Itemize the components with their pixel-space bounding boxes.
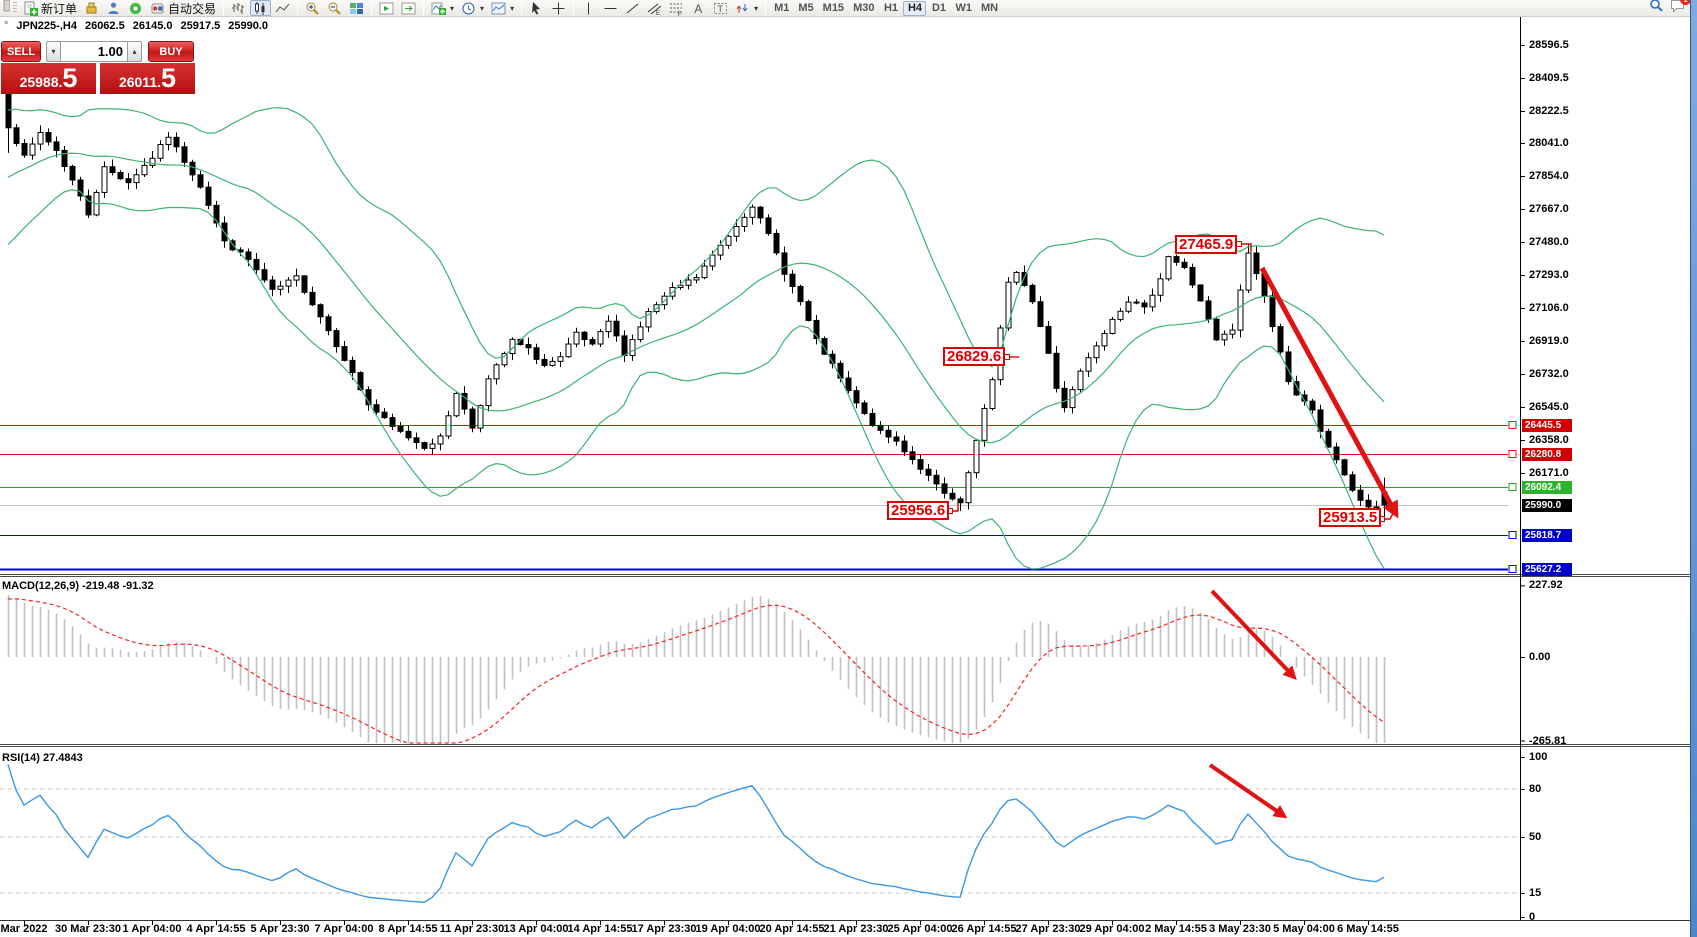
- buy-price: 26011.: [119, 67, 161, 97]
- price-level-tag: 26092.4: [1522, 481, 1572, 494]
- volume-decrease-button[interactable]: ▾: [46, 41, 61, 62]
- price-annotation[interactable]: 25956.6: [887, 501, 949, 520]
- buy-button[interactable]: BUY: [148, 41, 194, 62]
- rsi-axis-tick: 100: [1529, 751, 1547, 763]
- macd-axis-tick: 227.92: [1529, 579, 1563, 591]
- time-axis-label: 6 May 14:55: [1326, 923, 1410, 935]
- rsi-axis-tick: 0: [1529, 911, 1535, 923]
- price-annotation[interactable]: 25913.5: [1319, 508, 1381, 527]
- ohlc-open: 26062.5: [85, 20, 125, 32]
- rsi-axis-tick: 50: [1529, 831, 1541, 843]
- ohlc-low: 25917.5: [180, 20, 220, 32]
- price-axis-tick: 27293.0: [1529, 269, 1569, 281]
- rsi-axis-tick: 15: [1529, 887, 1541, 899]
- price-level-tag: 26445.5: [1522, 419, 1572, 432]
- macd-indicator-label: MACD(12,26,9) -219.48 -91.32: [2, 580, 154, 592]
- price-axis-tick: 28222.5: [1529, 105, 1569, 117]
- window-border: [1690, 0, 1697, 937]
- volume-input[interactable]: [61, 41, 127, 62]
- ohlc-high: 26145.0: [133, 20, 173, 32]
- ohlc-close: 25990.0: [228, 20, 268, 32]
- macd-axis-tick: 0.00: [1529, 651, 1550, 663]
- sell-button[interactable]: SELL: [1, 41, 41, 62]
- price-level-tag: 25990.0: [1522, 499, 1572, 512]
- price-chart-canvas[interactable]: [0, 0, 1697, 937]
- trend-arrow-main[interactable]: [1262, 268, 1396, 514]
- price-axis-tick: 27106.0: [1529, 302, 1569, 314]
- rsi-axis-tick: 80: [1529, 783, 1541, 795]
- symbol-title: JPN225-,H4: [16, 20, 77, 32]
- price-level-tag: 26280.8: [1522, 448, 1572, 461]
- symbol-ohlc-line: ° JPN225-,H4 26062.5 26145.0 25917.5 259…: [4, 20, 268, 32]
- price-axis-tick: 27667.0: [1529, 203, 1569, 215]
- chart-symbol-icon: °: [4, 20, 8, 32]
- price-axis-tick: 28409.5: [1529, 72, 1569, 84]
- volume-increase-button[interactable]: ▴: [127, 41, 142, 62]
- price-axis-tick: 27854.0: [1529, 170, 1569, 182]
- price-annotation[interactable]: 27465.9: [1175, 235, 1237, 254]
- price-axis-tick: 26732.0: [1529, 368, 1569, 380]
- price-axis-tick: 26171.0: [1529, 467, 1569, 479]
- trend-arrow-rsi[interactable]: [1210, 765, 1284, 816]
- price-axis-tick: 27480.0: [1529, 236, 1569, 248]
- price-axis-tick: 26358.0: [1529, 434, 1569, 446]
- price-axis-tick: 28041.0: [1529, 137, 1569, 149]
- price-axis-tick: 26919.0: [1529, 335, 1569, 347]
- buy-price-panel[interactable]: 26011.5: [100, 63, 195, 94]
- price-level-tag: 25818.7: [1522, 529, 1572, 542]
- price-axis-tick: 28596.5: [1529, 39, 1569, 51]
- price-axis-tick: 26545.0: [1529, 401, 1569, 413]
- macd-axis-tick: -265.81: [1529, 735, 1566, 747]
- sell-price-panel[interactable]: 25988.5: [1, 63, 96, 94]
- one-click-trading-panel: SELL ▾ ▴ BUY 25988.5 26011.5: [1, 41, 195, 94]
- sell-price-pips: 5: [62, 63, 77, 93]
- sell-price: 25988.: [20, 67, 63, 97]
- price-level-tag: 25627.2: [1522, 563, 1572, 576]
- price-annotation[interactable]: 26829.6: [943, 347, 1005, 366]
- buy-price-pips: 5: [161, 63, 176, 93]
- rsi-indicator-label: RSI(14) 27.4843: [2, 752, 83, 764]
